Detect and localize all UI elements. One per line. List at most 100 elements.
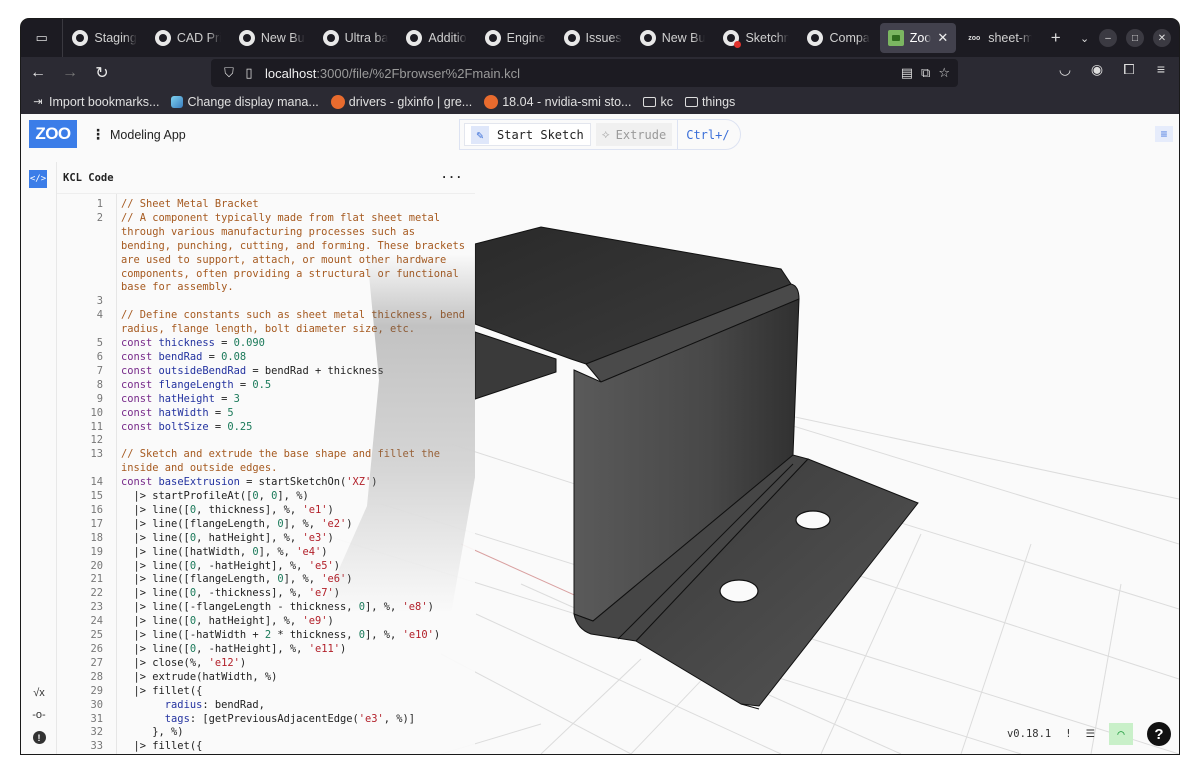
browser-tab[interactable]: Zoo ✕	[879, 23, 957, 53]
code-line[interactable]: 1 // Sheet Metal Bracket	[57, 198, 475, 212]
line-number: 22	[90, 587, 103, 600]
tab-overview-button[interactable]: ▭	[21, 19, 64, 57]
code-line[interactable]: 24 |> line([0, hatHeight], %, 'e9')	[57, 615, 475, 629]
browser-tab[interactable]: Staging	[64, 23, 144, 53]
bookmark-label: drivers - glxinfo | gre...	[348, 94, 473, 109]
code-pane-toggle[interactable]: </>	[29, 170, 47, 188]
close-tab-icon[interactable]: ✕	[937, 30, 948, 46]
line-text: // Sketch and extrude the base shape and…	[121, 448, 447, 475]
import-icon: ⇥	[33, 96, 43, 108]
info-icon[interactable]: !	[32, 731, 46, 744]
url-text[interactable]: localhost:3000/file/%2Fbrowser%2Fmain.kc…	[265, 66, 520, 81]
sheet-metal-bracket-model[interactable]	[474, 226, 919, 710]
bookmark-star-icon[interactable]: ☆	[938, 65, 950, 81]
code-line[interactable]: 2 // A component typically made from flat…	[57, 212, 475, 295]
alert-icon[interactable]: !	[1065, 728, 1071, 740]
app-menu-button[interactable]: ⋮ Modeling App	[91, 126, 186, 143]
line-number: 1	[96, 198, 103, 210]
browser-tab[interactable]: New Bu	[632, 23, 714, 53]
code-line[interactable]: 29 |> fillet({	[57, 685, 475, 699]
github-icon	[484, 30, 501, 46]
back-button[interactable]: ←	[23, 59, 53, 87]
line-number: 28	[90, 670, 103, 683]
browser-tab[interactable]: Additio	[398, 23, 474, 53]
code-line[interactable]: 22 |> line([0, -thickness], %, 'e7')	[57, 587, 475, 601]
new-tab-button[interactable]: +	[1041, 23, 1070, 53]
code-line[interactable]: 8 const flangeLength = 0.5	[57, 379, 475, 393]
code-line[interactable]: 26 |> line([0, -hatHeight], %, 'e11')	[57, 643, 475, 657]
code-line[interactable]: 17 |> line([flangeLength, 0], %, 'e2')	[57, 518, 475, 532]
code-line[interactable]: 19 |> line([hatWidth, 0], %, 'e4')	[57, 546, 475, 560]
bookmark-item[interactable]: Change display mana...	[171, 95, 319, 109]
start-sketch-button[interactable]: ✎ Start Sketch	[464, 123, 591, 146]
bookmark-item[interactable]: 18.04 - nvidia-smi sto...	[484, 94, 631, 109]
code-line[interactable]: 23 |> line([-flangeLength - thickness, 0…	[57, 601, 475, 615]
commit-icon[interactable]: -o-	[32, 709, 45, 721]
url-bar[interactable]: ⛉ ▯ localhost:3000/file/%2Fbrowser%2Fmai…	[211, 59, 958, 87]
account-icon[interactable]: ◉	[1087, 61, 1107, 78]
close-window-button[interactable]: ✕	[1153, 29, 1171, 47]
zoo-logo[interactable]: ZOO	[29, 120, 77, 148]
code-line[interactable]: 11 const boltSize = 0.25	[57, 421, 475, 435]
code-line[interactable]: 18 |> line([0, hatHeight], %, 'e3')	[57, 532, 475, 546]
maximize-button[interactable]: □	[1126, 29, 1144, 47]
bookmark-item[interactable]: kc	[643, 95, 673, 109]
settings-sliders-icon[interactable]: ☰	[1086, 728, 1095, 740]
line-text: |> line([-flangeLength - thickness, 0], …	[121, 601, 434, 614]
picture-in-picture-icon[interactable]: ⧉	[921, 65, 930, 81]
browser-tab[interactable]: zoo sheet-m	[958, 23, 1040, 53]
browser-tab[interactable]: Engine	[477, 23, 554, 53]
help-button[interactable]: ?	[1147, 722, 1171, 746]
network-status-button[interactable]: ◠	[1109, 723, 1133, 745]
minimize-button[interactable]: –	[1099, 29, 1117, 47]
pocket-icon[interactable]: ◡	[1055, 61, 1075, 78]
list-all-tabs-button[interactable]: ⌄	[1070, 23, 1099, 53]
more-options-icon[interactable]: ···	[441, 172, 463, 184]
code-line[interactable]: 13 // Sketch and extrude the base shape a…	[57, 448, 475, 476]
reload-button[interactable]: ↻	[87, 59, 117, 87]
code-line[interactable]: 5 const thickness = 0.090	[57, 337, 475, 351]
app-hamburger-menu[interactable]: ≡	[1155, 126, 1173, 142]
bookmark-item[interactable]: drivers - glxinfo | gre...	[330, 94, 473, 109]
code-line[interactable]: 21 |> line([flangeLength, 0], %, 'e6')	[57, 573, 475, 587]
browser-tab[interactable]: New Bu	[231, 23, 313, 53]
extensions-icon[interactable]: ⧠	[1119, 61, 1139, 78]
shield-icon[interactable]: ⛉	[219, 65, 239, 81]
code-line[interactable]: 9 const hatHeight = 3	[57, 393, 475, 407]
reader-view-icon[interactable]: ▤	[901, 65, 913, 81]
code-line[interactable]: 15 |> startProfileAt([0, 0], %)	[57, 490, 475, 504]
extrude-button[interactable]: ⟡ Extrude	[595, 123, 673, 146]
code-line[interactable]: 10 const hatWidth = 5	[57, 407, 475, 421]
code-line[interactable]: 25 |> line([-hatWidth + 2 * thickness, 0…	[57, 629, 475, 643]
forward-button[interactable]: →	[55, 59, 85, 87]
chevron-down-icon: ⌄	[1079, 32, 1090, 45]
code-line[interactable]: 6 const bendRad = 0.08	[57, 351, 475, 365]
code-line[interactable]: 28 |> extrude(hatWidth, %)	[57, 671, 475, 685]
code-line[interactable]: 32 }, %)	[57, 726, 475, 740]
browser-tab[interactable]: Sketchn	[715, 23, 797, 53]
page-icon[interactable]: ▯	[239, 65, 259, 81]
code-editor[interactable]: 1 // Sheet Metal Bracket 2 // A component t…	[57, 194, 475, 754]
bookmark-item[interactable]: things	[684, 95, 735, 109]
sqrt-icon[interactable]: √x	[33, 687, 45, 699]
code-line[interactable]: 27 |> close(%, 'e12')	[57, 657, 475, 671]
code-line[interactable]: 31 tags: [getPreviousAdjacentEdge('e3', …	[57, 713, 475, 727]
code-line[interactable]: 4 // Define constants such as sheet metal…	[57, 309, 475, 337]
browser-tab[interactable]: Ultra ba	[315, 23, 397, 53]
code-line[interactable]: 16 |> line([0, thickness], %, 'e1')	[57, 504, 475, 518]
code-line[interactable]: 30 radius: bendRad,	[57, 699, 475, 713]
code-line[interactable]: 12 ​	[57, 434, 475, 448]
code-line[interactable]: 3​	[57, 295, 475, 309]
bolt-hole-2	[719, 579, 759, 603]
app-name: Modeling App	[110, 127, 186, 142]
browser-tab[interactable]: CAD Pri	[147, 23, 229, 53]
bookmark-item[interactable]: ⇥ Import bookmarks...	[31, 95, 159, 109]
code-line[interactable]: 14 const baseExtrusion = startSketchOn('X…	[57, 476, 475, 490]
code-line[interactable]: 7 const outsideBendRad = bendRad + thickn…	[57, 365, 475, 379]
command-bar-shortcut[interactable]: Ctrl+/	[677, 120, 730, 149]
browser-tab[interactable]: Compa	[799, 23, 877, 53]
code-line[interactable]: 33 |> fillet({	[57, 740, 475, 754]
code-line[interactable]: 20 |> line([0, -hatHeight], %, 'e5')	[57, 560, 475, 574]
browser-tab[interactable]: Issues	[556, 23, 630, 53]
menu-icon[interactable]: ≡	[1151, 61, 1171, 78]
